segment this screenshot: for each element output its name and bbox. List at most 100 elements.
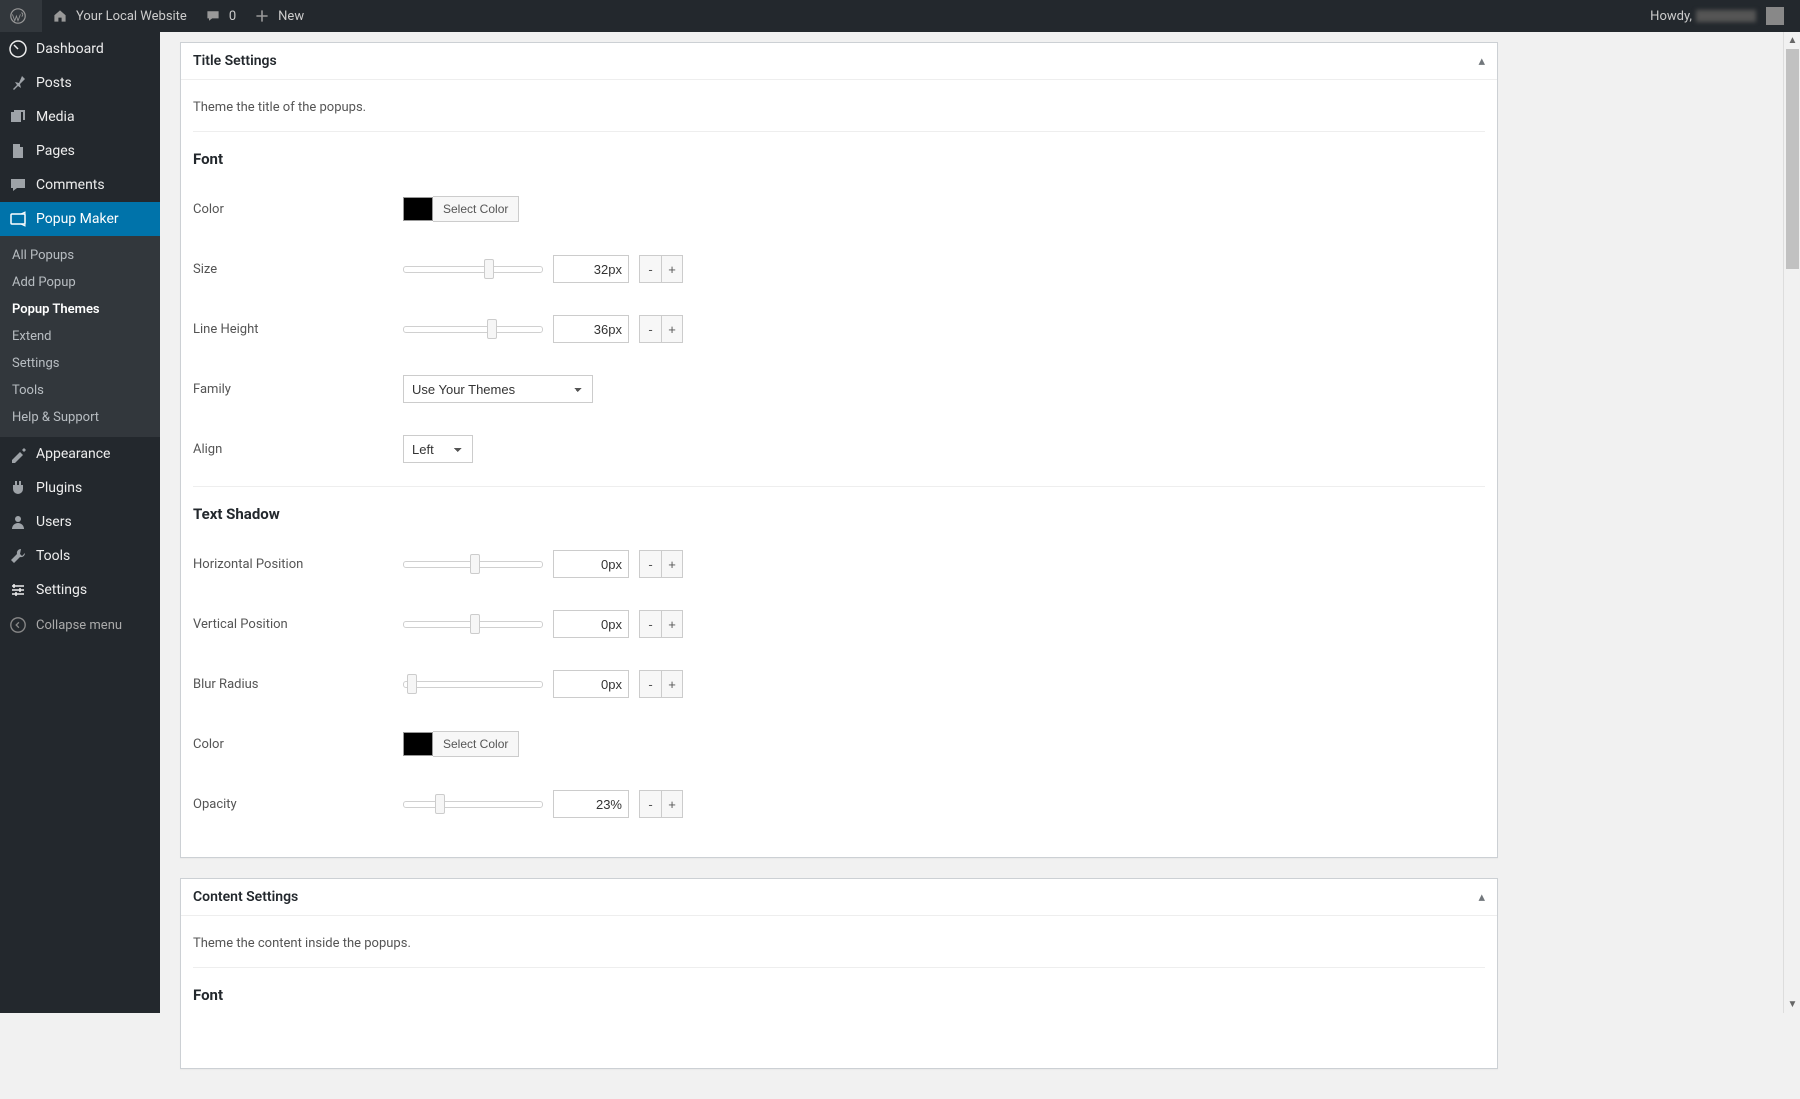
submenu-popup-maker: All Popups Add Popup Popup Themes Extend… (0, 236, 160, 437)
sidebar-item-media[interactable]: Media (0, 100, 160, 134)
sidebar-item-label: Settings (36, 582, 87, 598)
field-blur: Blur Radius - + (193, 661, 1485, 707)
sidebar-item-appearance[interactable]: Appearance (0, 437, 160, 471)
decrement-button[interactable]: - (639, 610, 661, 638)
site-name-link[interactable]: Your Local Website (42, 0, 195, 32)
comments-count: 0 (229, 9, 236, 24)
opacity-slider[interactable] (403, 794, 543, 814)
submenu-item-popup-themes[interactable]: Popup Themes (0, 296, 160, 323)
vpos-input[interactable] (553, 610, 629, 638)
sidebar-item-popup-maker[interactable]: Popup Maker (0, 202, 160, 236)
chevron-up-icon[interactable]: ▴ (1478, 54, 1485, 69)
field-label: Opacity (193, 797, 403, 812)
submenu-item-settings[interactable]: Settings (0, 350, 160, 377)
color-swatch[interactable] (403, 732, 433, 756)
avatar (1766, 7, 1784, 25)
select-color-button[interactable]: Select Color (433, 196, 519, 222)
scroll-thumb[interactable] (1786, 49, 1799, 269)
field-label: Blur Radius (193, 677, 403, 692)
content-wrap: Title Settings ▴ Theme the title of the … (160, 0, 1800, 1099)
decrement-button[interactable]: - (639, 670, 661, 698)
pages-icon (8, 141, 28, 161)
field-label: Align (193, 442, 403, 457)
scroll-down-button[interactable]: ▼ (1784, 996, 1800, 1013)
submenu-item-all-popups[interactable]: All Popups (0, 242, 160, 269)
hpos-input[interactable] (553, 550, 629, 578)
sidebar-item-posts[interactable]: Posts (0, 66, 160, 100)
scroll-up-button[interactable]: ▲ (1784, 32, 1800, 49)
color-swatch[interactable] (403, 197, 433, 221)
line-height-slider[interactable] (403, 319, 543, 339)
postbox-title-settings: Title Settings ▴ Theme the title of the … (180, 42, 1498, 858)
field-label: Vertical Position (193, 617, 403, 632)
chevron-up-icon[interactable]: ▴ (1478, 890, 1485, 905)
submenu-item-extend[interactable]: Extend (0, 323, 160, 350)
comment-icon (203, 6, 223, 26)
collapse-label: Collapse menu (36, 618, 122, 633)
hpos-slider[interactable] (403, 554, 543, 574)
align-select[interactable]: Left (403, 435, 473, 463)
home-icon (50, 6, 70, 26)
sidebar-item-tools[interactable]: Tools (0, 539, 160, 573)
increment-button[interactable]: + (661, 550, 683, 578)
appearance-icon (8, 444, 28, 464)
section-font: Font (193, 150, 1485, 168)
postbox-title: Title Settings (193, 53, 277, 69)
sidebar-item-plugins[interactable]: Plugins (0, 471, 160, 505)
blur-slider[interactable] (403, 674, 543, 694)
increment-button[interactable]: + (661, 790, 683, 818)
scrollbar[interactable]: ▲ ▼ (1783, 32, 1800, 1013)
blur-input[interactable] (553, 670, 629, 698)
decrement-button[interactable]: - (639, 790, 661, 818)
new-label: New (278, 9, 304, 24)
field-label: Family (193, 382, 403, 397)
increment-button[interactable]: + (661, 255, 683, 283)
pin-icon (8, 73, 28, 93)
field-label: Horizontal Position (193, 557, 403, 572)
decrement-button[interactable]: - (639, 550, 661, 578)
postbox-desc: Theme the title of the popups. (193, 100, 1485, 115)
decrement-button[interactable]: - (639, 315, 661, 343)
field-line-height: Line Height - + (193, 306, 1485, 352)
field-font-family: Family Use Your Themes (193, 366, 1485, 412)
section-text-shadow: Text Shadow (193, 505, 1485, 523)
my-account[interactable]: Howdy, (1642, 0, 1792, 32)
postbox-handle[interactable]: Title Settings ▴ (181, 43, 1497, 80)
select-color-button[interactable]: Select Color (433, 731, 519, 757)
sidebar-item-comments[interactable]: Comments (0, 168, 160, 202)
size-slider[interactable] (403, 259, 543, 279)
sidebar-item-pages[interactable]: Pages (0, 134, 160, 168)
new-content-link[interactable]: New (244, 0, 312, 32)
sidebar-item-label: Dashboard (36, 41, 104, 57)
media-icon (8, 107, 28, 127)
field-font-size: Size - + (193, 246, 1485, 292)
size-input[interactable] (553, 255, 629, 283)
opacity-input[interactable] (553, 790, 629, 818)
field-font-color: Color Select Color (193, 186, 1485, 232)
font-family-select[interactable]: Use Your Themes (403, 375, 593, 403)
admin-bar: Your Local Website 0 New Howdy, (0, 0, 1800, 32)
wp-logo[interactable] (0, 0, 42, 32)
sidebar-item-dashboard[interactable]: Dashboard (0, 32, 160, 66)
postbox-handle[interactable]: Content Settings ▴ (181, 879, 1497, 916)
increment-button[interactable]: + (661, 670, 683, 698)
increment-button[interactable]: + (661, 610, 683, 638)
collapse-menu[interactable]: Collapse menu (0, 607, 160, 643)
sidebar-item-settings[interactable]: Settings (0, 573, 160, 607)
field-hpos: Horizontal Position - + (193, 541, 1485, 587)
submenu-item-tools[interactable]: Tools (0, 377, 160, 404)
submenu-item-help-support[interactable]: Help & Support (0, 404, 160, 431)
line-height-input[interactable] (553, 315, 629, 343)
postbox-desc: Theme the content inside the popups. (193, 936, 1485, 951)
increment-button[interactable]: + (661, 315, 683, 343)
submenu-item-add-popup[interactable]: Add Popup (0, 269, 160, 296)
vpos-slider[interactable] (403, 614, 543, 634)
tools-icon (8, 546, 28, 566)
comments-link[interactable]: 0 (195, 0, 244, 32)
dashboard-icon (8, 39, 28, 59)
field-label: Line Height (193, 322, 403, 337)
decrement-button[interactable]: - (639, 255, 661, 283)
sidebar-item-users[interactable]: Users (0, 505, 160, 539)
field-opacity: Opacity - + (193, 781, 1485, 827)
plus-icon (252, 6, 272, 26)
